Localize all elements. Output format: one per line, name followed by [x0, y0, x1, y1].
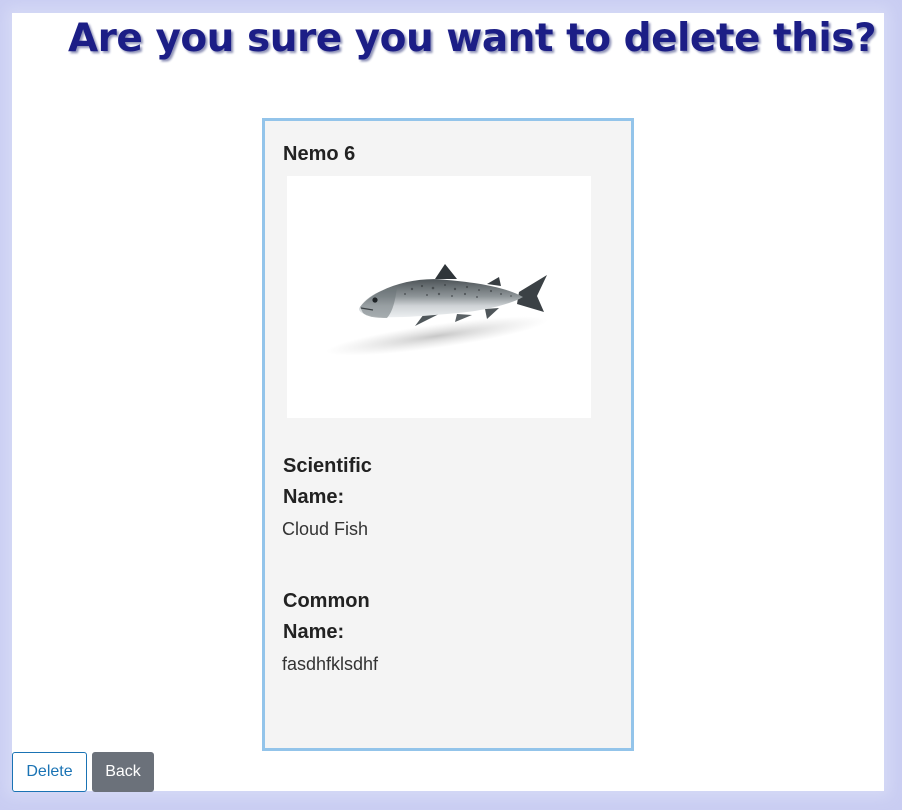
fish-card: Nemo 6 Scientific Name: Cloud Fish Commo… [262, 118, 634, 751]
delete-button[interactable]: Delete [12, 752, 87, 792]
fish-name: Nemo 6 [283, 143, 356, 165]
common-name-label: Common Name: [283, 590, 370, 643]
fish-image [287, 176, 591, 418]
back-button[interactable]: Back [92, 752, 154, 792]
page-title: Are you sure you want to delete this? [68, 16, 877, 61]
scientific-name-value: Cloud Fish [282, 519, 369, 539]
salmon-illustration [326, 264, 548, 356]
scientific-name-label: Scientific Name: [283, 455, 372, 508]
common-name-value: fasdhfklsdhf [282, 654, 379, 674]
